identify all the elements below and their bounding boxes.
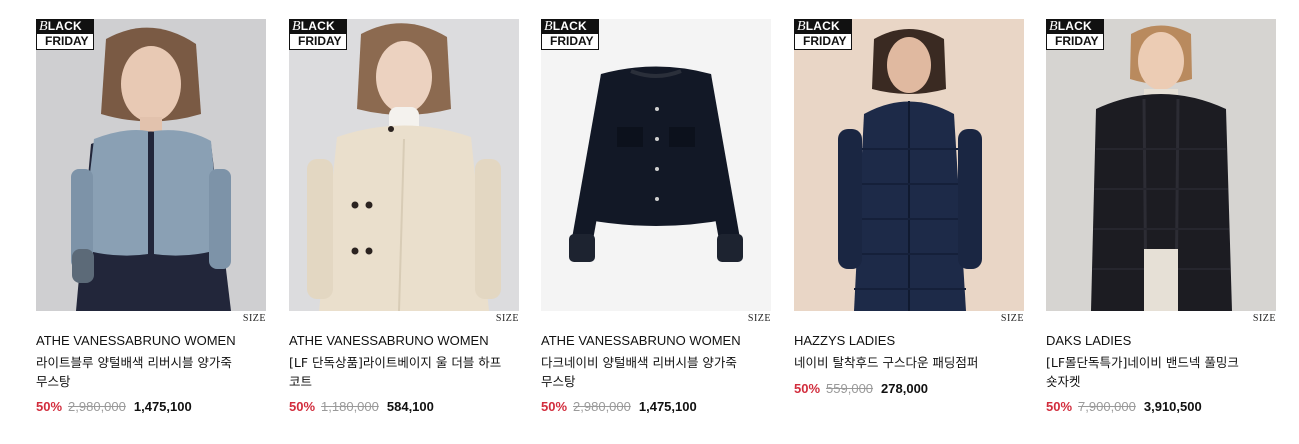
price-row: 50% 559,000 278,000 <box>794 381 928 396</box>
product-brand[interactable]: HAZZYS LADIES <box>794 333 895 348</box>
discount-rate: 50% <box>1046 399 1073 414</box>
badge-bottom-text: FRIDAY <box>541 34 599 50</box>
badge-top-text: LACK <box>552 19 587 33</box>
product-card[interactable]: BLACK FRIDAY SIZE ATHE VANESSABRUNO WOME… <box>541 19 771 439</box>
size-button[interactable]: SIZE <box>748 313 771 324</box>
badge-script-letter: B <box>292 19 301 34</box>
size-button[interactable]: SIZE <box>243 313 266 324</box>
discount-rate: 50% <box>36 399 63 414</box>
product-image[interactable]: BLACK FRIDAY <box>289 19 519 311</box>
badge-bottom-text: FRIDAY <box>1046 34 1104 50</box>
badge-bottom-text: FRIDAY <box>794 34 852 50</box>
sale-price: 3,910,500 <box>1143 399 1202 414</box>
product-name[interactable]: 다크네이비 양털배색 리버시블 양가죽 무스탕 <box>541 353 769 391</box>
black-friday-badge: BLACK FRIDAY <box>36 19 94 50</box>
original-price: 2,980,000 <box>573 399 631 414</box>
product-image[interactable]: BLACK FRIDAY <box>1046 19 1276 311</box>
badge-bottom-text: FRIDAY <box>289 34 347 50</box>
product-name[interactable]: [LF 단독상품]라이트베이지 울 더블 하프 코트 <box>289 353 517 391</box>
product-image[interactable]: BLACK FRIDAY <box>794 19 1024 311</box>
badge-top-text: LACK <box>47 19 82 33</box>
product-card[interactable]: BLACK FRIDAY SIZE ATHE VANESSABRUNO WOME… <box>289 19 519 439</box>
original-price: 559,000 <box>826 381 874 396</box>
original-price: 7,900,000 <box>1078 399 1136 414</box>
product-brand[interactable]: ATHE VANESSABRUNO WOMEN <box>541 333 741 348</box>
product-photo-navy-down-coat <box>794 19 1024 311</box>
product-card[interactable]: BLACK FRIDAY SIZE DAKS LADIES [LF몰단독특가]네… <box>1046 19 1276 439</box>
original-price: 2,980,000 <box>68 399 126 414</box>
badge-script-letter: B <box>797 19 806 34</box>
badge-script-letter: B <box>544 19 553 34</box>
product-name[interactable]: 네이비 탈착후드 구스다운 패딩점퍼 <box>794 353 1022 372</box>
sale-price: 1,475,100 <box>638 399 697 414</box>
badge-bottom-text: FRIDAY <box>36 34 94 50</box>
price-row: 50% 1,180,000 584,100 <box>289 399 434 414</box>
badge-script-letter: B <box>39 19 48 34</box>
product-photo-navy-mink-jacket <box>1046 19 1276 311</box>
sale-price: 1,475,100 <box>133 399 192 414</box>
badge-top-text: LACK <box>805 19 840 33</box>
product-image[interactable]: BLACK FRIDAY <box>541 19 771 311</box>
product-photo-beige-coat <box>289 19 519 311</box>
black-friday-badge: BLACK FRIDAY <box>794 19 852 50</box>
black-friday-badge: BLACK FRIDAY <box>541 19 599 50</box>
price-row: 50% 2,980,000 1,475,100 <box>36 399 192 414</box>
product-photo-darknavy-jacket <box>541 19 771 311</box>
product-name[interactable]: [LF몰단독특가]네이비 밴드넥 풀밍크 숏자켓 <box>1046 353 1274 391</box>
size-button[interactable]: SIZE <box>1001 313 1024 324</box>
product-brand[interactable]: DAKS LADIES <box>1046 333 1131 348</box>
original-price: 1,180,000 <box>321 399 379 414</box>
price-row: 50% 2,980,000 1,475,100 <box>541 399 697 414</box>
product-brand[interactable]: ATHE VANESSABRUNO WOMEN <box>289 333 489 348</box>
black-friday-badge: BLACK FRIDAY <box>1046 19 1104 50</box>
sale-price: 278,000 <box>881 381 929 396</box>
discount-rate: 50% <box>541 399 568 414</box>
size-button[interactable]: SIZE <box>496 313 519 324</box>
product-card[interactable]: BLACK FRIDAY SIZE ATHE VANESSABRUNO WOME… <box>36 19 266 439</box>
product-name[interactable]: 라이트블루 양털배색 리버시블 양가죽 무스탕 <box>36 353 264 391</box>
product-grid: BLACK FRIDAY SIZE ATHE VANESSABRUNO WOME… <box>36 19 1276 439</box>
product-photo-lightblue-jacket <box>36 19 266 311</box>
product-brand[interactable]: ATHE VANESSABRUNO WOMEN <box>36 333 236 348</box>
badge-script-letter: B <box>1049 19 1058 34</box>
badge-top-text: LACK <box>1057 19 1092 33</box>
discount-rate: 50% <box>289 399 316 414</box>
size-button[interactable]: SIZE <box>1253 313 1276 324</box>
sale-price: 584,100 <box>386 399 434 414</box>
black-friday-badge: BLACK FRIDAY <box>289 19 347 50</box>
price-row: 50% 7,900,000 3,910,500 <box>1046 399 1202 414</box>
product-card[interactable]: BLACK FRIDAY SIZE HAZZYS LADIES 네이비 탈착후드… <box>794 19 1024 439</box>
product-image[interactable]: BLACK FRIDAY <box>36 19 266 311</box>
badge-top-text: LACK <box>300 19 335 33</box>
discount-rate: 50% <box>794 381 821 396</box>
